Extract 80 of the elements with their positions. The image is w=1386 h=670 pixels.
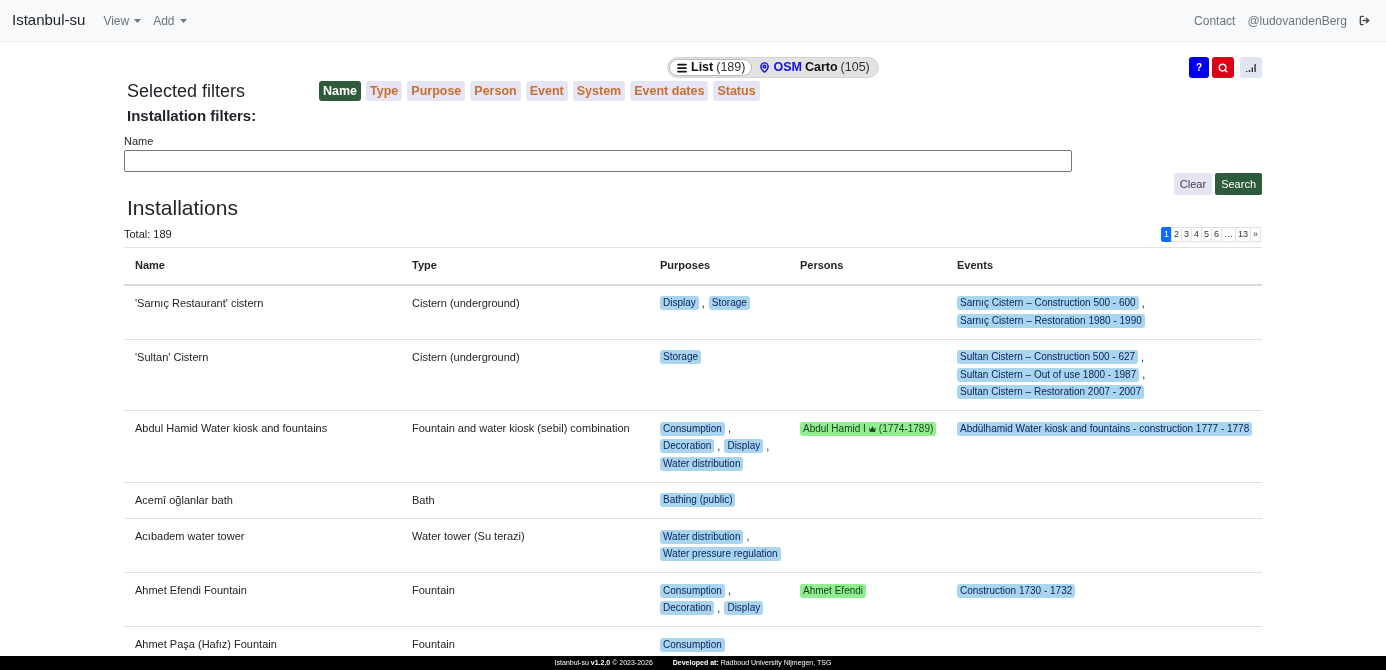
purpose-tag[interactable]: Display: [724, 601, 764, 616]
sign-out-icon[interactable]: [1359, 15, 1370, 26]
crown-icon: [868, 425, 876, 432]
ascending-bars-icon: [1246, 63, 1256, 72]
installation-name: 'Sultan' Cistern: [135, 350, 209, 363]
section-title: Selected filters: [126, 81, 247, 101]
event-tag[interactable]: Sultan Cistern – Out of use 1800 - 1987: [957, 367, 1140, 382]
help-button[interactable]: ?: [1189, 57, 1209, 78]
column-header: Events: [957, 259, 994, 271]
purpose-tag[interactable]: Decoration: [660, 601, 715, 616]
comma-separator: ,: [717, 439, 721, 453]
caret-icon: [179, 18, 187, 23]
nav-dropdown[interactable]: Add: [153, 11, 187, 30]
total-count: Total: 189: [124, 227, 172, 243]
comma-separator: ,: [701, 296, 705, 310]
installation-name: 'Sarnıç Restaurant' cistern: [135, 296, 264, 309]
comma-separator: ,: [746, 530, 750, 544]
comma-separator: ,: [766, 439, 770, 453]
column-header: Persons: [800, 259, 844, 271]
event-tag[interactable]: Sarnıç Cistern – Construction 500 - 600: [957, 296, 1139, 311]
map-pin-icon: [759, 62, 771, 73]
event-tag[interactable]: Construction 1730 - 1732: [957, 583, 1076, 598]
chart-button[interactable]: [1240, 57, 1262, 78]
column-header: Name: [135, 259, 165, 271]
installation-name: Ahmet Efendi Fountain: [135, 584, 247, 596]
installation-type: Water tower (Su terazi): [412, 530, 525, 542]
person-tag[interactable]: Abdul Hamid I (1774-1789): [800, 421, 937, 436]
comma-separator: ,: [727, 584, 731, 598]
person-tag[interactable]: Ahmet Efendi: [800, 583, 867, 598]
view-toggle-option[interactable]: List (189): [669, 59, 753, 76]
caret-icon: [134, 18, 142, 23]
nav-dropdown[interactable]: View: [103, 11, 142, 30]
installation-name: Acemî oğlanlar bath: [135, 493, 233, 506]
field-label: Name: [124, 135, 155, 148]
purpose-tag[interactable]: Consumption: [660, 583, 725, 598]
purpose-tag[interactable]: Decoration: [660, 439, 715, 454]
name-input-field[interactable]: [124, 150, 1072, 172]
page-title: Installations: [126, 196, 239, 220]
installation-type: Cistern (underground): [412, 350, 520, 363]
purpose-tag[interactable]: Water distribution: [660, 456, 744, 471]
installation-name: Acıbadem water tower: [135, 530, 245, 542]
nav-link[interactable]: Contact: [1194, 11, 1236, 30]
comma-separator: ,: [727, 422, 731, 436]
search-button[interactable]: [1212, 57, 1234, 78]
event-tag[interactable]: Abdülhamid Water kiosk and fountains - construction 1777 - 1778: [957, 421, 1253, 436]
purpose-tag[interactable]: Bathing (public): [660, 493, 736, 508]
purpose-tag[interactable]: Consumption: [660, 637, 725, 652]
page-link[interactable]: 4: [1190, 227, 1202, 242]
list-icon: [676, 61, 688, 74]
purpose-tag[interactable]: Display: [724, 439, 764, 454]
view-toggle-option[interactable]: OSM Carto (105): [752, 59, 877, 76]
purpose-tag[interactable]: Storage: [708, 296, 750, 311]
brand-link[interactable]: Istanbul-su: [12, 9, 86, 32]
comma-separator: ,: [1142, 368, 1146, 382]
installation-type: Fountain and water kiosk (sebil) combination: [412, 422, 630, 434]
installation-type: Bath: [412, 493, 435, 506]
installation-type: Fountain: [412, 638, 455, 650]
installation-type: Cistern (underground): [412, 296, 520, 309]
event-tag[interactable]: Sultan Cistern – Restoration 2007 - 2007: [957, 385, 1145, 400]
comma-separator: ,: [717, 601, 721, 615]
search-button[interactable]: Search: [1215, 173, 1262, 195]
installation-name: Abdul Hamid Water kiosk and fountains: [135, 422, 328, 434]
subsection-title: Installation filters:: [126, 107, 258, 125]
purpose-tag[interactable]: Water pressure regulation: [660, 547, 781, 562]
purpose-tag[interactable]: Consumption: [660, 421, 725, 436]
comma-separator: ,: [1141, 350, 1145, 364]
filter-tab[interactable]: Name: [319, 81, 362, 101]
installation-type: Fountain: [412, 584, 455, 596]
column-header: Purposes: [660, 259, 711, 271]
purpose-tag[interactable]: Storage: [660, 350, 702, 365]
installation-name: Ahmet Paşa (Hafız) Fountain: [135, 638, 277, 650]
event-tag[interactable]: Sarnıç Cistern – Restoration 1980 - 1990: [957, 313, 1145, 328]
column-header: Type: [412, 259, 437, 271]
comma-separator: ,: [1141, 296, 1145, 310]
nav-link[interactable]: @ludovandenBerg: [1247, 11, 1347, 30]
event-tag[interactable]: Sultan Cistern – Construction 500 - 627: [957, 350, 1139, 365]
search-icon: [1218, 62, 1228, 73]
purpose-tag[interactable]: Display: [660, 296, 699, 311]
purpose-tag[interactable]: Water distribution: [660, 529, 744, 544]
clear-button[interactable]: Clear: [1173, 173, 1213, 195]
